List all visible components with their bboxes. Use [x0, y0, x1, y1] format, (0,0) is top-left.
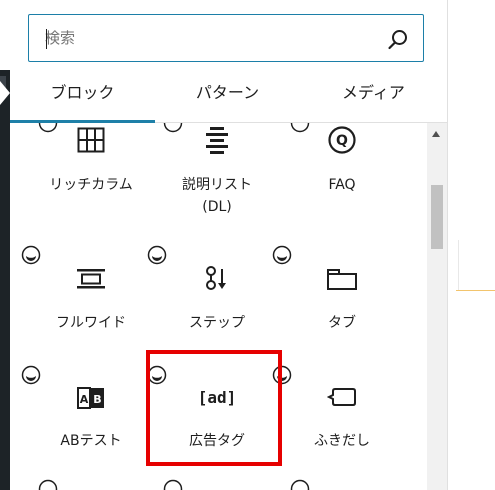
- steps-icon: [155, 265, 279, 295]
- block-badge-icon: [21, 365, 41, 385]
- tab-media[interactable]: メディア: [300, 70, 447, 122]
- admin-sidebar: [0, 70, 10, 490]
- block-list-scrollbar[interactable]: [427, 123, 447, 490]
- block-label: FAQ: [328, 177, 356, 193]
- svg-text:B: B: [93, 393, 101, 406]
- block-badge-icon: [21, 245, 41, 265]
- block-label: 説明リスト (DL): [182, 177, 252, 215]
- list-icon: [155, 127, 279, 157]
- search-icon[interactable]: [387, 28, 409, 50]
- scroll-up-arrow-icon[interactable]: [432, 131, 440, 137]
- search-box[interactable]: [28, 14, 424, 62]
- speech-bubble-icon: [280, 386, 404, 416]
- block-item-full-wide[interactable]: フルワイド: [21, 245, 153, 345]
- divider: [458, 240, 459, 290]
- admin-menu-arrow: [0, 81, 10, 105]
- block-label: ABテスト: [60, 433, 122, 449]
- block-item-tab[interactable]: タブ: [272, 245, 404, 345]
- inserter-tabs: ブロック パターン メディア: [10, 70, 447, 123]
- search-input[interactable]: [45, 25, 375, 51]
- block-label: タブ: [328, 315, 356, 331]
- tab-blocks[interactable]: ブロック: [10, 70, 155, 123]
- svg-text:A: A: [80, 393, 89, 406]
- block-label: リッチカラム: [49, 177, 133, 193]
- block-badge-icon: [163, 479, 183, 490]
- block-badge-icon: [147, 245, 167, 265]
- divider: [456, 290, 495, 291]
- block-item-speech-bubble[interactable]: ふきだし: [272, 365, 404, 465]
- block-badge-icon: [290, 479, 310, 490]
- block-item-faq[interactable]: Q FAQ: [280, 123, 404, 223]
- block-label: フルワイド: [56, 315, 126, 331]
- admin-sidebar-edge: [0, 0, 10, 490]
- scrollbar-thumb[interactable]: [431, 185, 443, 249]
- block-item-ab-test[interactable]: AB ABテスト: [21, 365, 153, 465]
- block-item-steps[interactable]: ステップ: [147, 245, 279, 345]
- tab-icon: [280, 267, 404, 297]
- block-label: ステップ: [189, 315, 245, 331]
- tab-patterns[interactable]: パターン: [155, 70, 300, 122]
- columns-icon: [29, 127, 153, 157]
- fullwide-icon: [29, 267, 153, 297]
- block-item-description-list[interactable]: 説明リスト (DL): [155, 123, 279, 223]
- block-badge-icon: [272, 245, 292, 265]
- faq-q-icon: Q: [280, 125, 404, 155]
- text-cursor: [46, 29, 47, 49]
- block-label: ふきだし: [314, 433, 370, 449]
- highlight-box: [146, 350, 282, 466]
- editor-canvas: [448, 0, 495, 490]
- ab-test-icon: AB: [29, 385, 153, 415]
- svg-text:Q: Q: [336, 133, 348, 149]
- block-badge-icon: [38, 479, 58, 490]
- block-item-rich-columns[interactable]: リッチカラム: [29, 123, 153, 223]
